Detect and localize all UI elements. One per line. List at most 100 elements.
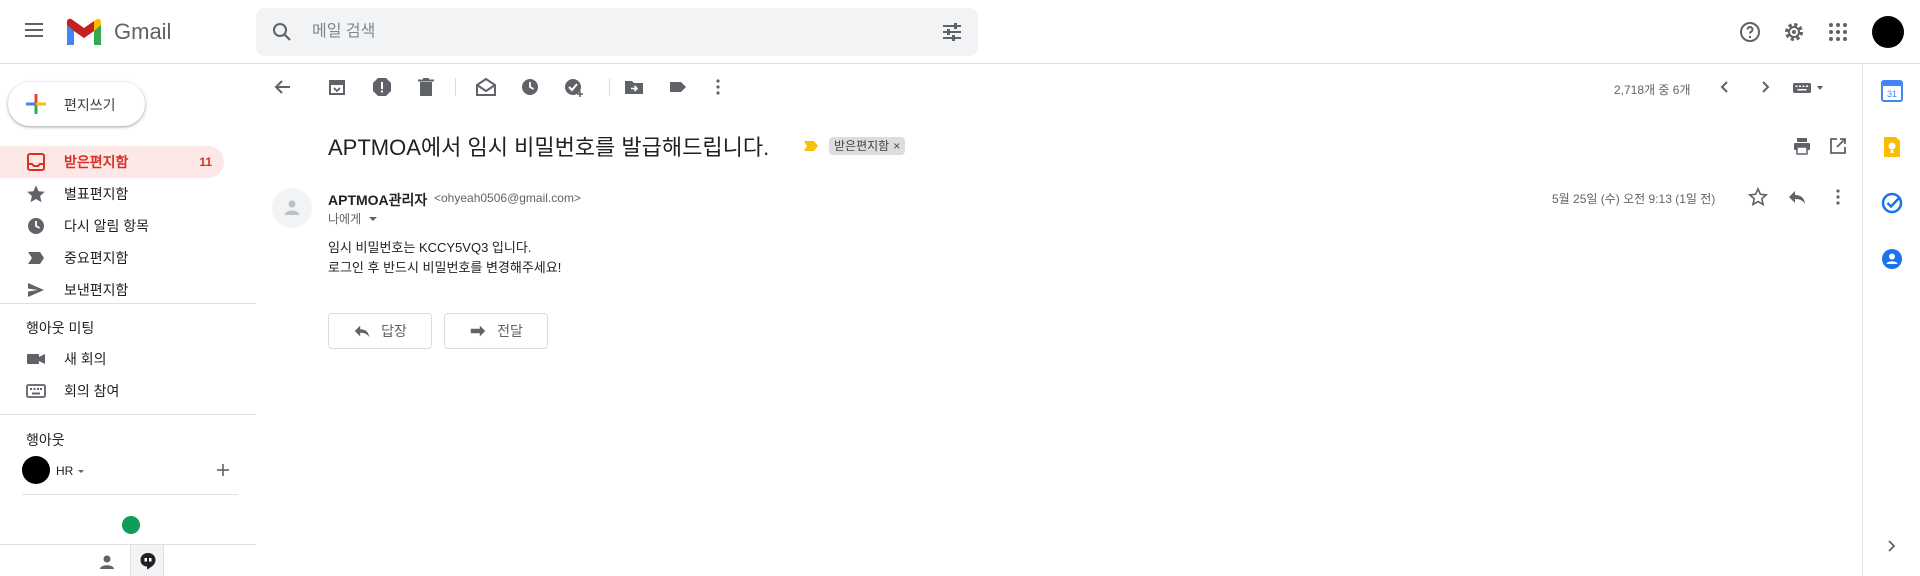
- compose-label: 편지쓰기: [64, 97, 116, 113]
- hangouts-icon: [140, 553, 156, 570]
- star-icon: [27, 185, 45, 203]
- chevron-right-icon[interactable]: [1754, 76, 1776, 98]
- hangouts-avatar[interactable]: [22, 456, 50, 484]
- sender-avatar[interactable]: [272, 188, 312, 228]
- sidebar-divider: [0, 414, 256, 415]
- sidebar-item-join-meeting[interactable]: 회의 참여: [0, 375, 224, 407]
- search-input[interactable]: [312, 8, 872, 56]
- important-marker-icon[interactable]: [803, 140, 819, 152]
- reply-button[interactable]: 답장: [328, 313, 432, 349]
- star-icon[interactable]: [1748, 187, 1768, 207]
- svg-text:31: 31: [1887, 89, 1897, 99]
- sidebar-item-starred[interactable]: 별표편지함: [0, 178, 224, 210]
- mark-unread-icon[interactable]: [475, 76, 497, 98]
- compose-plus-icon: [26, 94, 46, 114]
- account-avatar[interactable]: [1872, 16, 1904, 48]
- remove-label-button[interactable]: ×: [893, 137, 900, 155]
- sidebar-divider: [22, 494, 238, 495]
- print-icon[interactable]: [1792, 136, 1812, 156]
- hangouts-section-title: 행아웃: [26, 432, 65, 448]
- compose-button[interactable]: 편지쓰기: [8, 82, 145, 126]
- gmail-logo[interactable]: Gmail: [64, 16, 171, 48]
- reply-icon: [354, 325, 370, 338]
- app-name: Gmail: [114, 19, 172, 44]
- recipient-label: 나에게: [328, 212, 362, 226]
- sidebar-divider: [0, 303, 256, 304]
- search-options-icon[interactable]: [940, 20, 964, 44]
- important-icon: [28, 252, 44, 264]
- delete-icon[interactable]: [415, 76, 437, 98]
- more-options-icon[interactable]: [707, 76, 729, 98]
- search-icon[interactable]: [270, 20, 294, 44]
- add-icon[interactable]: [215, 462, 231, 478]
- sender-name[interactable]: APTMOA관리자: [328, 190, 427, 210]
- back-icon[interactable]: [272, 76, 294, 98]
- chevron-down-icon: [369, 216, 378, 221]
- label-icon[interactable]: [667, 76, 689, 98]
- sidebar-item-sent[interactable]: 보낸편지함: [0, 274, 224, 306]
- sidebar-nav: 받은편지함 11 별표편지함 다시 알림 항목 중요편지함 보낸편지함: [0, 146, 256, 306]
- unread-count: 11: [199, 155, 212, 169]
- main-menu-icon[interactable]: [22, 20, 46, 44]
- apps-grid-icon[interactable]: [1826, 20, 1850, 44]
- forward-button-label: 전달: [497, 323, 523, 339]
- message-subject: APTMOA에서 임시 비밀번호를 발급해드립니다.: [328, 135, 770, 160]
- more-options-icon[interactable]: [1828, 187, 1848, 207]
- sidebar-item-label: 회의 참여: [64, 383, 120, 399]
- sidebar-item-inbox[interactable]: 받은편지함 11: [0, 146, 224, 178]
- message-body-line: 임시 비밀번호는 KCCY5VQ3 입니다.: [328, 240, 532, 255]
- forward-icon: [470, 325, 486, 337]
- sidebar-item-label: 별표편지함: [64, 186, 129, 202]
- archive-icon[interactable]: [326, 76, 348, 98]
- sidebar-item-new-meeting[interactable]: 새 회의: [0, 343, 224, 375]
- add-to-tasks-icon[interactable]: [563, 76, 585, 98]
- sidebar-item-label: 새 회의: [64, 351, 107, 367]
- reply-icon[interactable]: [1787, 187, 1807, 207]
- keyboard-icon: [26, 384, 46, 398]
- sender-email: <ohyeah0506@gmail.com>: [434, 191, 581, 205]
- person-icon: [285, 200, 299, 215]
- inbox-label-chip: 받은편지함 ×: [829, 137, 906, 155]
- move-to-icon[interactable]: [623, 76, 645, 98]
- recipient-details-toggle[interactable]: 나에게: [328, 210, 378, 227]
- meet-section-title: 행아웃 미팅: [26, 320, 95, 336]
- send-icon: [28, 283, 44, 297]
- message-date: 5월 25일 (수) 오전 9:13 (1일 전): [1552, 192, 1716, 206]
- search-bar: [256, 8, 978, 56]
- chevron-down-icon: [78, 469, 85, 473]
- report-spam-icon[interactable]: [371, 76, 393, 98]
- gmail-app: Gmail 메일 검색 편지쓰기 받은편지함 11 별표편지함 다시 알림 항목…: [0, 0, 1920, 576]
- sidebar-item-important[interactable]: 중요편지함: [0, 242, 224, 274]
- label-chip-text: 받은편지함: [834, 139, 890, 153]
- clock-icon: [28, 218, 44, 234]
- hangouts-user-name: HR: [56, 464, 74, 478]
- sidebar-item-label: 중요편지함: [64, 250, 129, 266]
- keep-icon[interactable]: [1881, 136, 1903, 158]
- toolbar-separator: [455, 78, 456, 96]
- tasks-icon[interactable]: [1881, 192, 1903, 214]
- message-body-line: 로그인 후 반드시 비밀번호를 변경해주세요!: [328, 260, 562, 275]
- gmail-m-icon: [67, 18, 101, 45]
- open-in-new-window-icon[interactable]: [1828, 136, 1848, 156]
- chevron-left-icon[interactable]: [1714, 76, 1736, 98]
- settings-icon[interactable]: [1782, 20, 1806, 44]
- pagination-label: 2,718개 중 6개: [1614, 83, 1691, 97]
- hangouts-user-menu[interactable]: HR: [56, 464, 85, 478]
- expand-panel-chevron-icon[interactable]: [1883, 538, 1899, 554]
- person-icon[interactable]: [98, 553, 116, 571]
- sidebar-item-label: 다시 알림 항목: [64, 218, 150, 234]
- contacts-icon[interactable]: [1881, 248, 1903, 270]
- forward-button[interactable]: 전달: [444, 313, 548, 349]
- input-tools-icon[interactable]: [1792, 80, 1828, 96]
- sidebar-item-label: 보낸편지함: [64, 282, 129, 298]
- side-panel-rail: 31: [1862, 64, 1920, 576]
- sidebar-item-snoozed[interactable]: 다시 알림 항목: [0, 210, 224, 242]
- help-icon[interactable]: [1738, 20, 1762, 44]
- top-header: Gmail: [0, 0, 1920, 64]
- reply-button-label: 답장: [381, 323, 407, 339]
- sidebar-bottom-bar: [0, 544, 256, 576]
- hangouts-status-dot: [122, 516, 140, 534]
- calendar-icon[interactable]: 31: [1881, 80, 1903, 102]
- hangouts-tab[interactable]: [130, 545, 164, 576]
- snooze-icon[interactable]: [519, 76, 541, 98]
